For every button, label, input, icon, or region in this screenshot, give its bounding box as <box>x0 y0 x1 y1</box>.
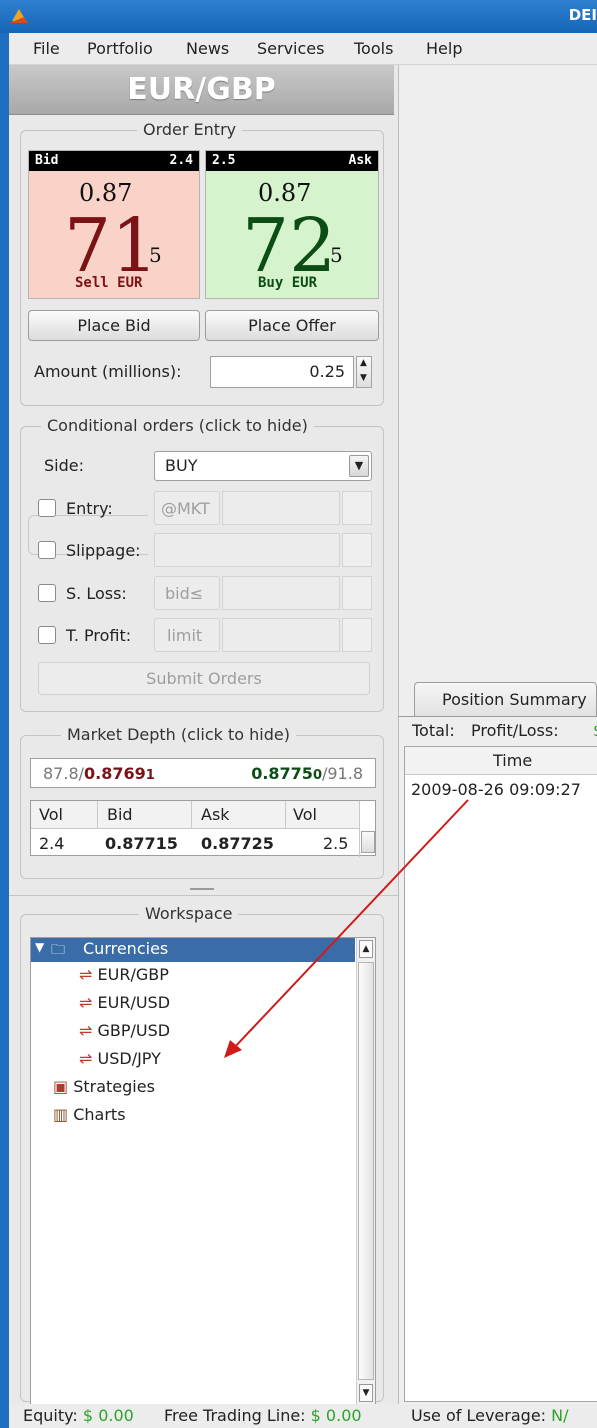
status-equity: Equity: $ 0.00 <box>23 1406 134 1425</box>
status-leverage: Use of Leverage: N/ <box>411 1406 569 1425</box>
annotation-arrow-icon <box>224 799 469 1058</box>
status-free-trading-line: Free Trading Line: $ 0.00 <box>164 1406 362 1425</box>
status-bar: Equity: $ 0.00 Free Trading Line: $ 0.00… <box>9 1404 597 1428</box>
